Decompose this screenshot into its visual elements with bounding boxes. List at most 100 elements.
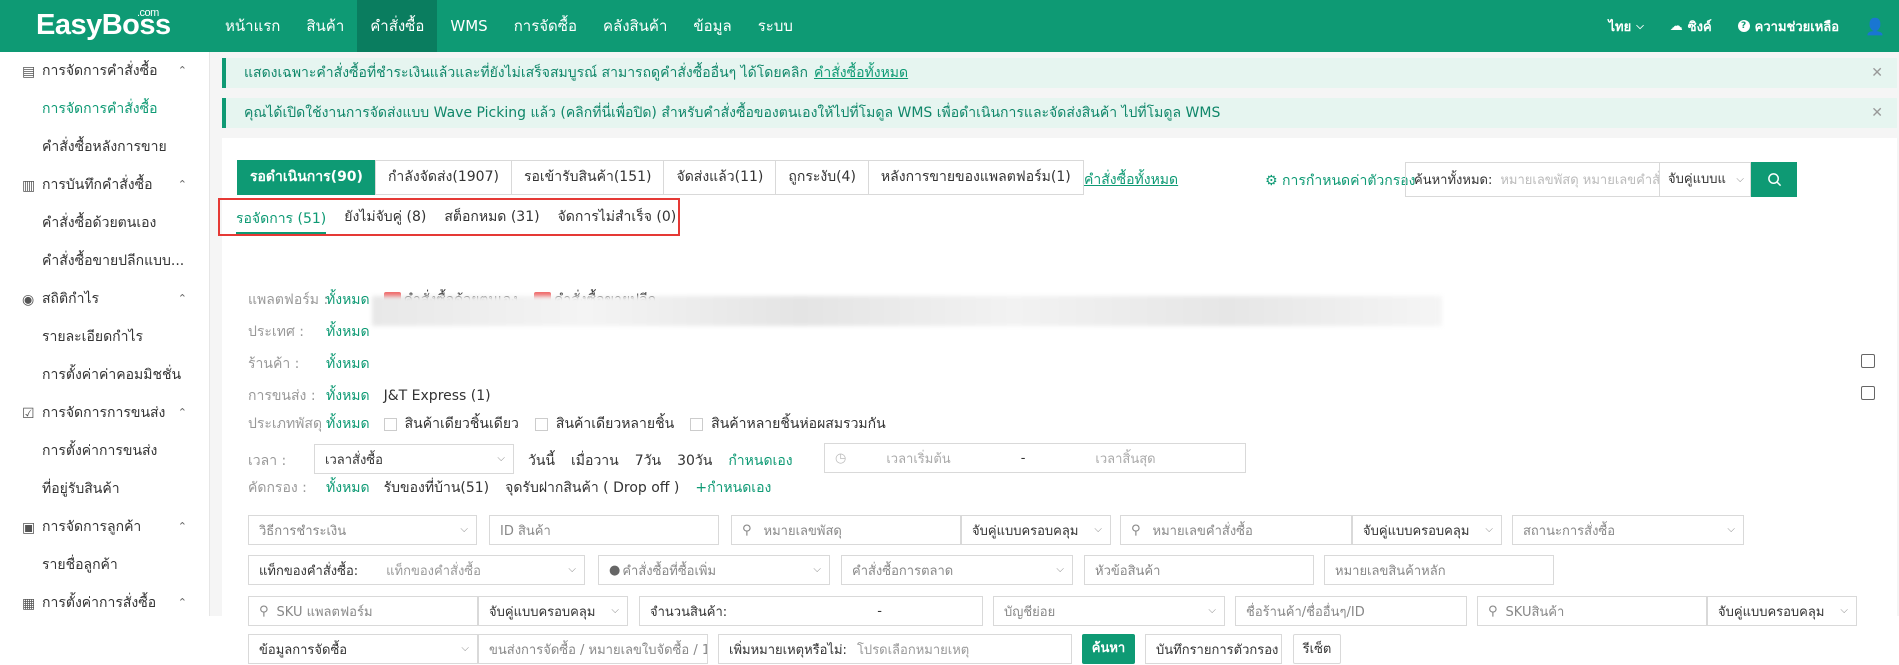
- sidebar-group[interactable]: ▤ การจัดการคำสั่งซื้อ ⌃: [0, 52, 209, 90]
- store-name-input[interactable]: ชื่อร้านค้า/ชื่ออื่นๆ/ID: [1235, 596, 1467, 626]
- product-id-input[interactable]: ID สินค้า: [489, 515, 719, 545]
- sidebar-item[interactable]: การตั้งค่าค่าคอมมิชชั่น: [0, 356, 209, 394]
- sub-status-tab[interactable]: สต็อกหมด (31): [444, 199, 539, 235]
- close-icon[interactable]: ✕: [1871, 98, 1883, 128]
- parcel-single[interactable]: สินค้าเดียวชิ้นเดียว: [383, 413, 519, 435]
- checkbox[interactable]: [534, 417, 548, 431]
- main-sku-input[interactable]: หมายเลขสินค้าหลัก: [1324, 555, 1554, 585]
- time-yesterday[interactable]: เมื่อวาน: [571, 450, 619, 472]
- chevron-up-icon[interactable]: ⌃: [178, 64, 187, 77]
- platform-sku-input[interactable]: ⚲ SKU แพลตฟอร์ม: [248, 596, 478, 626]
- parcel-mixed[interactable]: สินค้าหลายชิ้นห่อผสมรวมกัน: [690, 413, 886, 435]
- nav-item-4[interactable]: การจัดซื้อ: [501, 0, 590, 52]
- time-7days[interactable]: 7วัน: [635, 450, 661, 472]
- time-30days[interactable]: 30วัน: [677, 450, 712, 472]
- nav-item-5[interactable]: คลังสินค้า: [590, 0, 680, 52]
- search-input[interactable]: หมายเลขพัสดุ หมายเลขคำสั่งซื้อ หม: [1500, 169, 1659, 190]
- chevron-up-icon[interactable]: ⌃: [178, 520, 187, 533]
- sidebar-item[interactable]: การจัดการคำสั่งซื้อ: [0, 90, 209, 128]
- all-orders-link[interactable]: คำสั่งซื้อทั้งหมด: [1084, 169, 1178, 191]
- parcel-multi[interactable]: สินค้าเดียวหลายชิ้น: [534, 413, 674, 435]
- sku2-match-select[interactable]: จับคู่แบบครอบคลุม ⌵: [1707, 596, 1857, 626]
- purchase-number-input[interactable]: ขนส่งการจัดซื้อ / หมายเลขใบจัดซื้อ / 1: [478, 634, 708, 664]
- nav-item-0[interactable]: หน้าแรก: [212, 0, 293, 52]
- reset-button[interactable]: รีเซ็ต: [1293, 634, 1341, 664]
- quantity-range-input[interactable]: จำนวนสินค้า: -: [639, 596, 983, 626]
- nav-item-7[interactable]: ระบบ: [745, 0, 806, 52]
- chevron-up-icon[interactable]: ⌃: [178, 596, 187, 609]
- nav-item-1[interactable]: สินค้า: [293, 0, 357, 52]
- sidebar-group[interactable]: ▣ การจัดการลูกค้า ⌃: [0, 508, 209, 546]
- sidebar-item[interactable]: คำสั่งซื้อขายปลีกแบบ...: [0, 242, 209, 280]
- user-avatar-icon[interactable]: 👤: [1865, 17, 1885, 36]
- screen-pickup[interactable]: รับของที่บ้าน(51): [384, 477, 490, 499]
- parcel-all[interactable]: ทั้งหมด: [326, 413, 370, 435]
- nav-item-2[interactable]: คำสั่งซื้อ: [357, 0, 438, 52]
- language-select[interactable]: ไทย ⌵: [1608, 16, 1643, 37]
- country-all[interactable]: ทั้งหมด: [326, 321, 370, 343]
- nav-item-6[interactable]: ข้อมูล: [680, 0, 744, 52]
- filter-settings-link[interactable]: ⚙ การกำหนดค่าตัวกรอง: [1265, 170, 1416, 192]
- sidebar-item[interactable]: คำสั่งซื้อหลังการขาย: [0, 128, 209, 166]
- help-button[interactable]: ? ความช่วยเหลือ: [1737, 16, 1839, 37]
- status-tab[interactable]: จัดส่งแล้ว(11): [663, 160, 777, 195]
- sidebar-group[interactable]: ▥ การบันทึกคำสั่งซื้อ ⌃: [0, 166, 209, 204]
- screen-dropoff[interactable]: จุดรับฝากสินค้า ( Drop off ): [505, 477, 679, 499]
- search-button[interactable]: [1751, 162, 1797, 197]
- chevron-up-icon[interactable]: ⌃: [178, 292, 187, 305]
- shipping-jt[interactable]: J&T Express (1): [384, 388, 491, 404]
- sub-account-select[interactable]: บัญชีย่อย ⌵: [993, 596, 1225, 626]
- extra-order-select[interactable]: ● คำสั่งซื้อที่ซื้อเพิ่ม ⌵: [598, 555, 830, 585]
- sidebar-item[interactable]: การตั้งค่าการขนส่ง: [0, 432, 209, 470]
- shipping-all[interactable]: ทั้งหมด: [326, 385, 370, 407]
- screen-add-custom[interactable]: +กำหนดเอง: [695, 477, 771, 499]
- match-mode-select[interactable]: จับคู่แบบแ ⌵: [1659, 163, 1750, 196]
- store-all[interactable]: ทั้งหมด: [326, 353, 370, 375]
- copy-icon[interactable]: [1861, 354, 1875, 368]
- easyboss-logo[interactable]: EasyBoss .com: [36, 7, 171, 42]
- sidebar-item[interactable]: รายชื่อลูกค้า: [0, 546, 209, 584]
- sidebar-item[interactable]: ที่อยู่รับสินค้า: [0, 470, 209, 508]
- sub-status-tab[interactable]: จัดการไม่สำเร็จ (0): [558, 199, 677, 235]
- time-today[interactable]: วันนี้: [528, 450, 555, 472]
- status-tab[interactable]: รอเข้ารับสินค้า(151): [510, 160, 665, 195]
- status-tab[interactable]: กำลังจัดส่ง(1907): [374, 160, 512, 195]
- status-tab[interactable]: ถูกระงับ(4): [775, 160, 869, 195]
- date-range-picker[interactable]: ◷ เวลาเริ่มต้น - เวลาสิ้นสุด: [824, 443, 1246, 473]
- order-tag-select[interactable]: แท็กของคำสั่งซื้อ: แท็กของคำสั่งซื้อ ⌵: [248, 555, 585, 585]
- sub-status-tab[interactable]: ยังไม่จับคู่ (8): [344, 199, 426, 235]
- filter-search-button[interactable]: ค้นหา: [1082, 634, 1135, 664]
- sku-match-select[interactable]: จับคู่แบบครอบคลุม ⌵: [478, 596, 628, 626]
- time-custom[interactable]: กำหนดเอง: [728, 450, 792, 472]
- all-orders-notice-link[interactable]: คำสั่งซื้อทั้งหมด: [814, 65, 908, 81]
- status-tab[interactable]: รอดำเนินการ(90): [237, 160, 376, 195]
- checkbox[interactable]: [383, 417, 397, 431]
- close-icon[interactable]: ✕: [1871, 58, 1883, 88]
- platform-all[interactable]: ทั้งหมด: [326, 289, 370, 311]
- sync-button[interactable]: ☁ ซิงค์: [1670, 16, 1712, 37]
- sidebar-group[interactable]: ☑ การจัดการการขนส่ง ⌃: [0, 394, 209, 432]
- chevron-up-icon[interactable]: ⌃: [178, 406, 187, 419]
- product-title-input[interactable]: หัวข้อสินค้า: [1084, 555, 1314, 585]
- note-select[interactable]: เพิ่มหมายเหตุหรือไม่: โปรดเลือกหมายเหตุ: [718, 634, 1072, 664]
- copy-icon[interactable]: [1861, 386, 1875, 400]
- checkbox[interactable]: [690, 417, 704, 431]
- screen-all[interactable]: ทั้งหมด: [326, 477, 370, 499]
- product-sku-input[interactable]: ⚲ SKUสินค้า: [1477, 596, 1707, 626]
- sidebar-group[interactable]: ▦ การตั้งค่าการสั่งซื้อ ⌃: [0, 584, 209, 616]
- notice-wave-picking[interactable]: คุณได้เปิดใช้งานการจัดส่งแบบ Wave Pickin…: [222, 98, 1897, 128]
- time-type-select[interactable]: เวลาสั่งซื้อ ⌵: [314, 444, 514, 474]
- tracking-match-select[interactable]: จับคู่แบบครอบคลุม ⌵: [961, 515, 1111, 545]
- sidebar-group[interactable]: ◉ สถิติกำไร ⌃: [0, 280, 209, 318]
- order-status-select[interactable]: สถานะการสั่งซื้อ ⌵: [1512, 515, 1744, 545]
- payment-method-select[interactable]: วิธีการชำระเงิน ⌵: [248, 515, 477, 545]
- marketing-order-select[interactable]: คำสั่งซื้อการตลาด ⌵: [841, 555, 1073, 585]
- status-tab[interactable]: หลังการขายของแพลตฟอร์ม(1): [867, 160, 1084, 195]
- chevron-up-icon[interactable]: ⌃: [178, 178, 187, 191]
- purchase-info-select[interactable]: ข้อมูลการจัดซื้อ ⌵: [248, 634, 478, 664]
- nav-item-3[interactable]: WMS: [437, 0, 500, 52]
- order-match-select[interactable]: จับคู่แบบครอบคลุม ⌵: [1352, 515, 1502, 545]
- tracking-input[interactable]: ⚲ หมายเลขพัสดุ: [731, 515, 961, 545]
- sidebar-item[interactable]: คำสั่งซื้อด้วยตนเอง: [0, 204, 209, 242]
- order-number-input[interactable]: ⚲ หมายเลขคำสั่งซื้อ: [1120, 515, 1352, 545]
